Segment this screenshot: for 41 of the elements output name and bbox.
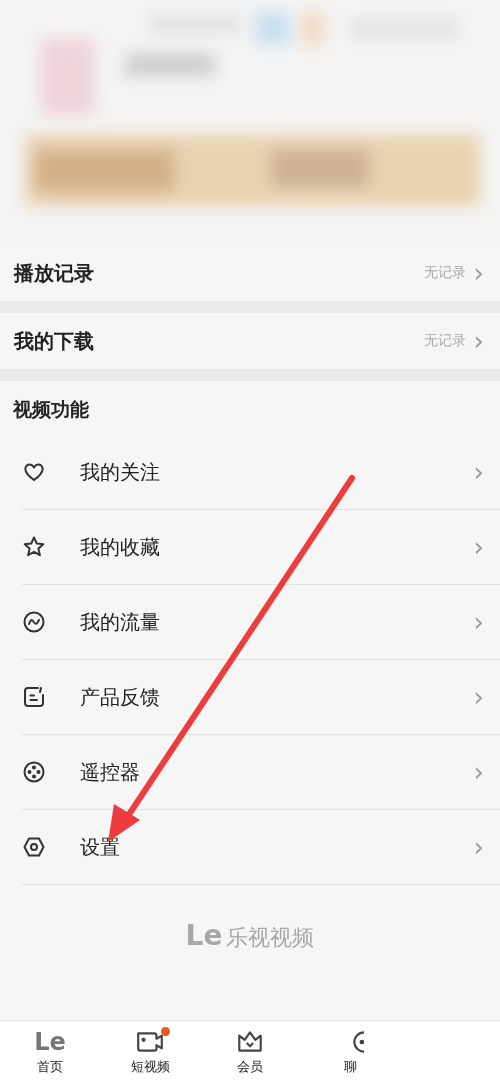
menu-item[interactable]: 遥控器 ›	[22, 735, 500, 810]
chevron-icon: ›	[473, 609, 484, 635]
item-label: 产品反馈	[80, 683, 161, 711]
settings-icon	[22, 835, 46, 859]
chevron-icon: ›	[473, 459, 484, 485]
notification-dot	[161, 1027, 170, 1036]
brand-name: 乐视视频	[226, 924, 315, 952]
feedback-icon	[22, 685, 46, 709]
item-label: 我的收藏	[80, 533, 161, 561]
chevron-icon: ›	[473, 328, 484, 354]
menu-item[interactable]: 我的关注 ›	[22, 435, 500, 510]
tab-label: 会员	[237, 1058, 263, 1076]
section-title: 视频功能	[13, 397, 90, 422]
menu-item[interactable]: 我的收藏 ›	[22, 510, 500, 585]
tab-item[interactable]: 会员	[200, 1021, 300, 1083]
chevron-icon: ›	[473, 534, 484, 560]
tab-label: 首页	[37, 1058, 63, 1076]
tab-item[interactable]: 短视频	[100, 1021, 200, 1083]
tab-label: 短视频	[130, 1058, 170, 1076]
menu-item[interactable]: 产品反馈 ›	[22, 660, 500, 735]
chevron-icon: ›	[473, 759, 484, 785]
logo-icon: Le	[34, 1028, 66, 1056]
item-label: 我的流量	[80, 608, 161, 636]
row-label: 播放记录	[14, 259, 95, 287]
brand-logo: Le	[185, 919, 223, 952]
row-label: 我的下载	[14, 327, 95, 355]
row-value: 无记录	[423, 332, 466, 350]
star-icon	[22, 535, 46, 559]
tab-item[interactable]: 聊	[300, 1021, 400, 1083]
chevron-icon: ›	[473, 684, 484, 710]
tab-label: 聊	[343, 1058, 357, 1076]
tab-item[interactable]: Le 首页	[0, 1021, 100, 1083]
item-label: 遥控器	[80, 758, 141, 786]
menu-item[interactable]: 我的流量 ›	[22, 585, 500, 660]
remote-icon	[22, 760, 46, 784]
item-label: 我的关注	[80, 458, 161, 486]
wave-circle-icon	[22, 610, 46, 634]
row-value: 无记录	[423, 264, 466, 282]
chevron-icon: ›	[473, 834, 484, 860]
chevron-icon: ›	[473, 260, 484, 286]
item-label: 设置	[80, 833, 121, 861]
